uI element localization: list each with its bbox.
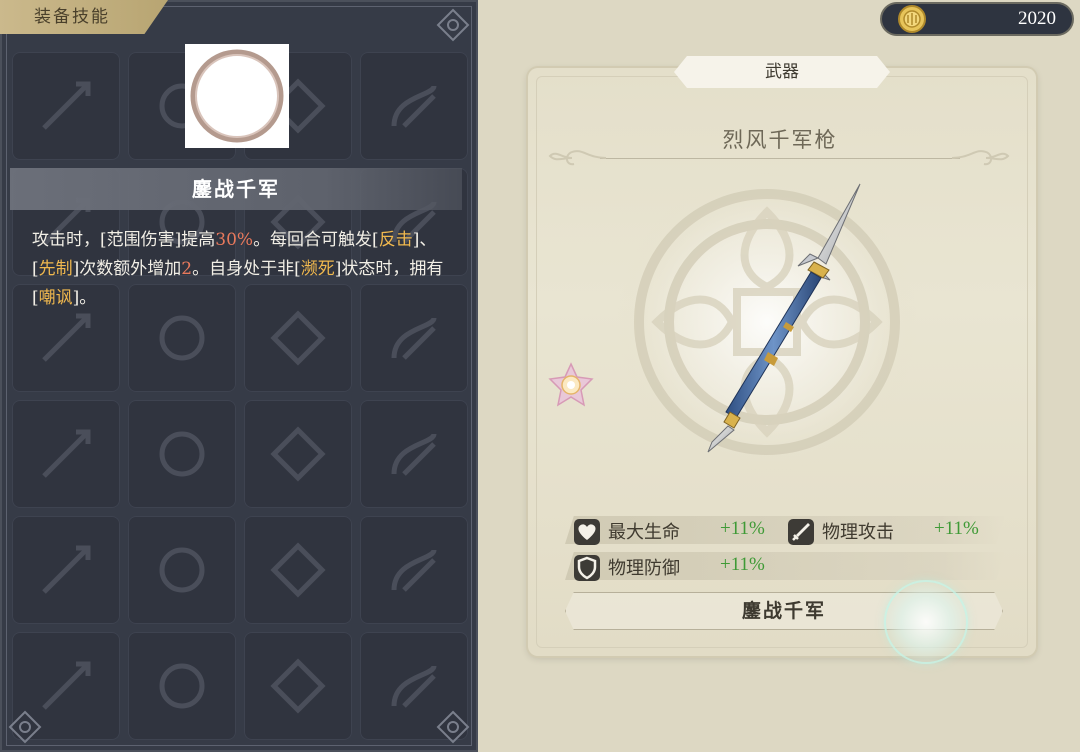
faded-skill-icon <box>391 432 437 476</box>
skill-name: 鏖战千军 <box>10 168 462 210</box>
corner-ornament-icon <box>8 710 42 744</box>
background-skill-slot <box>12 52 120 160</box>
faded-skill-icon <box>159 315 205 361</box>
touch-glow-indicator <box>886 582 966 662</box>
spear-weapon-icon <box>707 183 861 453</box>
background-skill-slot <box>12 400 120 508</box>
background-skill-slot <box>244 632 352 740</box>
weapon-name: 烈风千军枪 <box>722 128 838 152</box>
faded-skill-icon <box>159 663 205 709</box>
gold-coin-icon <box>898 5 926 33</box>
faded-skill-icon <box>391 548 437 592</box>
sword-icon <box>788 519 814 545</box>
background-skill-slot <box>244 516 352 624</box>
skill-image <box>185 44 289 148</box>
faded-skill-icon <box>42 313 91 362</box>
flourish-left-icon <box>548 150 607 166</box>
ring-icon <box>190 49 284 143</box>
weapon-category-tab[interactable]: 武器 <box>674 56 890 88</box>
corner-ornament-icon <box>436 8 470 42</box>
equipped-skill-tab[interactable]: 装备技能 <box>0 0 168 34</box>
faded-skill-icon <box>159 547 205 593</box>
currency-counter[interactable]: 2020 <box>880 2 1074 36</box>
skill-description: 攻击时，[范围伤害]提高30%。每回合可触发[反击]、[先制]次数额外增加2。自… <box>32 230 444 308</box>
shield-icon <box>574 555 600 581</box>
flourish-right-icon <box>951 150 1010 166</box>
faded-skill-icon <box>270 426 326 482</box>
currency-value: 2020 <box>1018 8 1056 29</box>
skill-panel: 装备技能 鏖战千军 攻击时，[范围伤害]提高30%。每回合可触发[反击]、[先制… <box>0 0 478 752</box>
background-skill-slot <box>360 516 468 624</box>
faded-skill-icon <box>42 661 91 710</box>
background-skill-slot <box>128 400 236 508</box>
faded-skill-icon <box>270 542 326 598</box>
faded-skill-icon <box>42 81 91 130</box>
name-divider <box>600 158 960 159</box>
faded-skill-icon <box>270 310 326 366</box>
stat-physical-attack: 物理攻击 +11% <box>788 518 998 546</box>
gem-badge-icon[interactable] <box>548 362 594 408</box>
background-skill-slot <box>244 400 352 508</box>
faded-skill-icon <box>391 316 437 360</box>
faded-skill-icon <box>159 431 205 477</box>
faded-skill-icon <box>391 84 437 128</box>
stat-physical-defense: 物理防御 +11% <box>574 554 784 582</box>
faded-skill-icon <box>42 429 91 478</box>
background-skill-slot <box>360 52 468 160</box>
background-skill-slot <box>12 516 120 624</box>
background-skill-slot <box>128 516 236 624</box>
stat-max-hp: 最大生命 +11% <box>574 518 784 546</box>
faded-skill-icon <box>42 545 91 594</box>
corner-ornament-icon <box>436 710 470 744</box>
faded-skill-icon <box>391 664 437 708</box>
heart-icon <box>574 519 600 545</box>
background-skill-slot <box>128 632 236 740</box>
faded-skill-icon <box>270 658 326 714</box>
background-skill-slot <box>360 400 468 508</box>
